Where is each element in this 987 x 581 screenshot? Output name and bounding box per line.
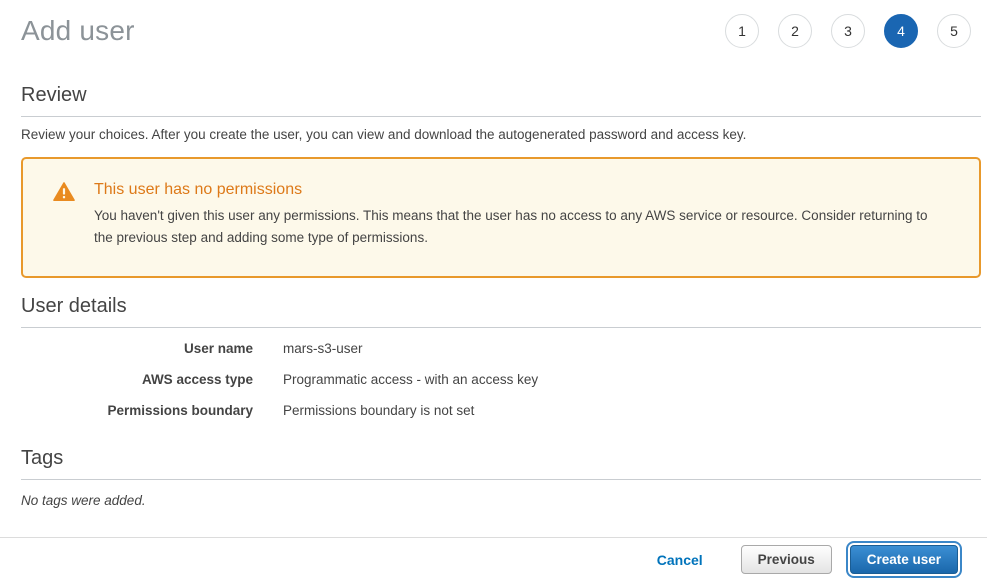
tags-section: Tags No tags were added. <box>21 447 981 508</box>
previous-button[interactable]: Previous <box>741 545 832 574</box>
step-1[interactable]: 1 <box>725 14 759 48</box>
user-name-label: User name <box>21 340 253 358</box>
step-4-active[interactable]: 4 <box>884 14 918 48</box>
tags-heading: Tags <box>21 447 981 480</box>
create-user-button[interactable]: Create user <box>850 545 958 574</box>
warning-text: This user has no permissions You haven't… <box>94 181 943 248</box>
permissions-boundary-value: Permissions boundary is not set <box>283 402 981 420</box>
user-details-grid: User name mars-s3-user AWS access type P… <box>21 340 981 420</box>
step-5[interactable]: 5 <box>937 14 971 48</box>
step-3[interactable]: 3 <box>831 14 865 48</box>
warning-body: You haven't given this user any permissi… <box>94 205 943 248</box>
review-heading: Review <box>21 84 981 117</box>
permissions-boundary-label: Permissions boundary <box>21 402 253 420</box>
warning-title: This user has no permissions <box>94 181 943 199</box>
page-title: Add user <box>21 15 135 47</box>
wizard-footer: Cancel Previous Create user <box>0 537 987 581</box>
tags-empty-text: No tags were added. <box>21 493 981 508</box>
review-section: Review Review your choices. After you cr… <box>21 84 981 142</box>
step-2[interactable]: 2 <box>778 14 812 48</box>
user-name-value: mars-s3-user <box>283 340 981 358</box>
no-permissions-warning: This user has no permissions You haven't… <box>21 157 981 278</box>
user-details-section: User details User name mars-s3-user AWS … <box>21 295 981 420</box>
step-indicator: 1 2 3 4 5 <box>725 14 971 48</box>
cancel-link[interactable]: Cancel <box>657 552 703 568</box>
warning-triangle-icon <box>53 181 75 207</box>
access-type-value: Programmatic access - with an access key <box>283 371 981 389</box>
review-description: Review your choices. After you create th… <box>21 127 981 142</box>
access-type-label: AWS access type <box>21 371 253 389</box>
user-details-heading: User details <box>21 295 981 328</box>
wizard-header: Add user 1 2 3 4 5 <box>0 0 987 48</box>
